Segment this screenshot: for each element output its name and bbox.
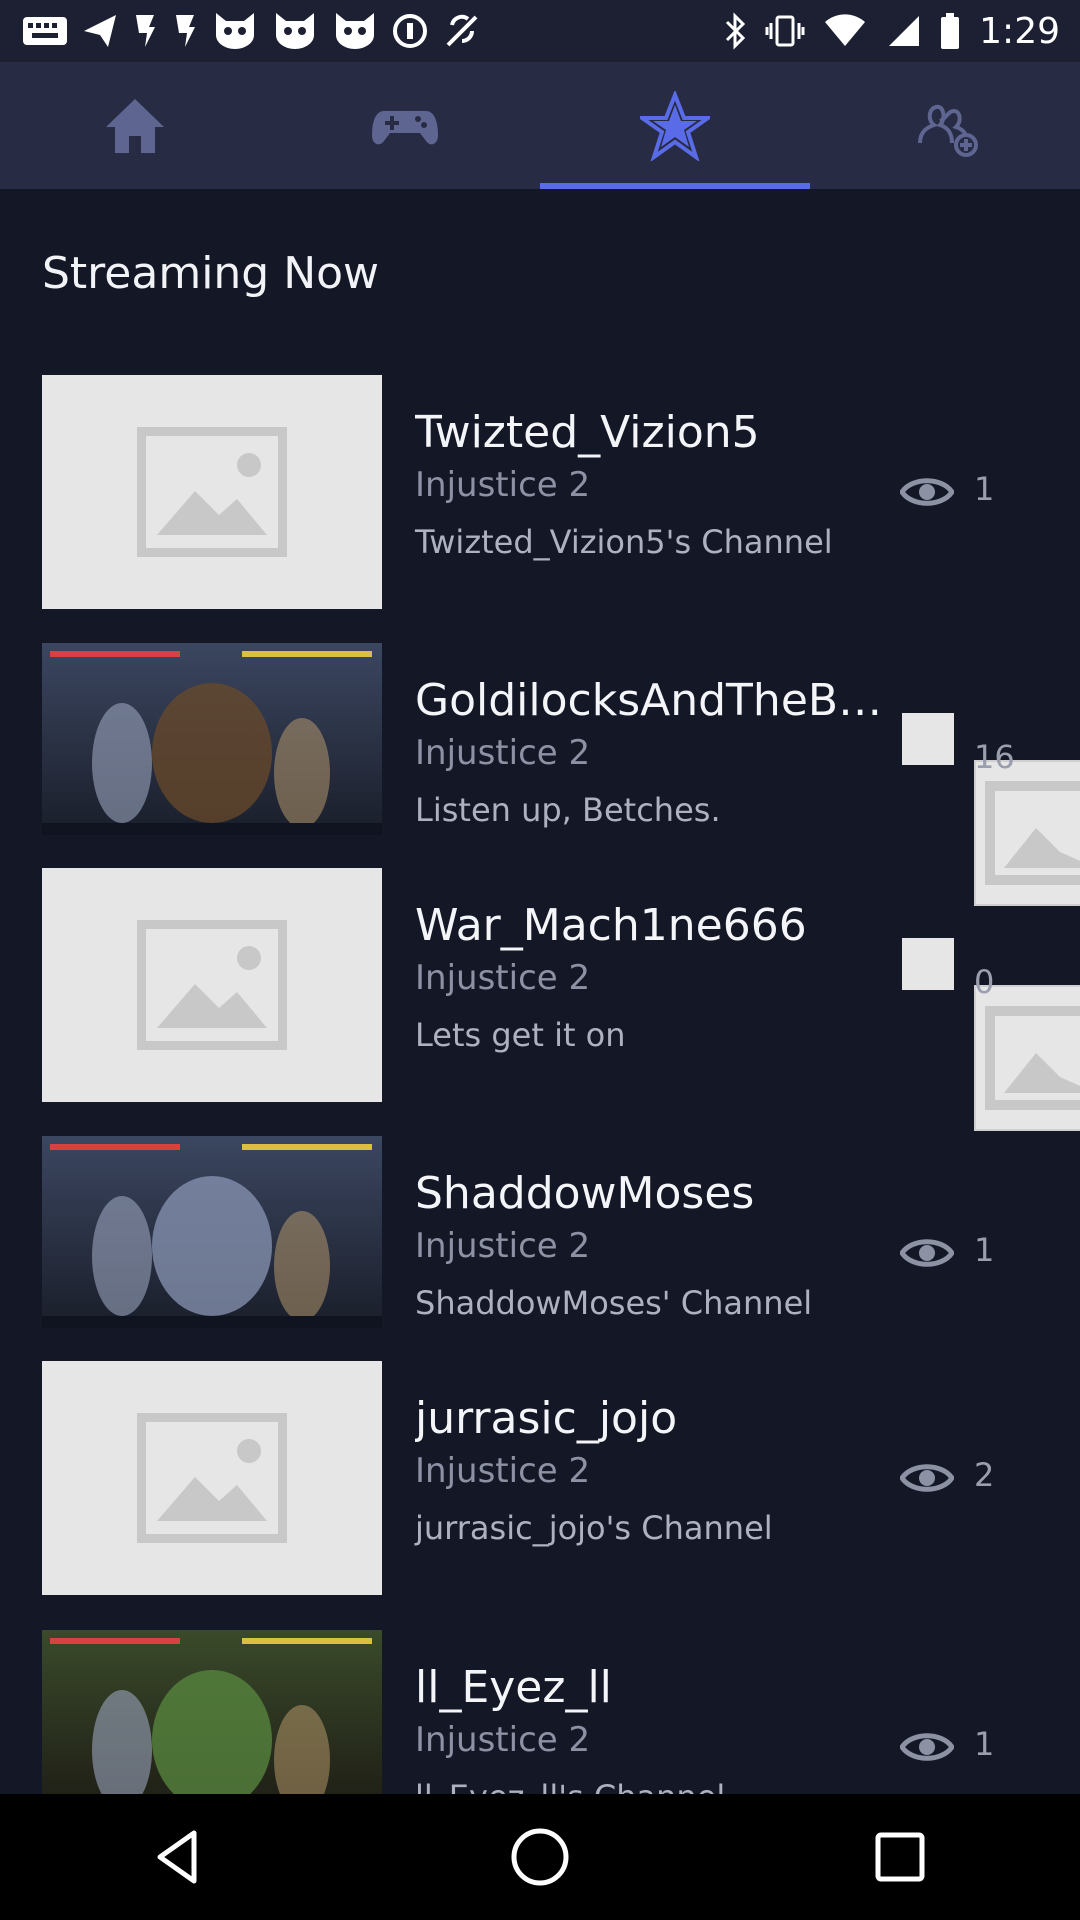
- streamer-name: Twizted_Vizion5: [415, 407, 760, 458]
- status-system: 1:29: [723, 0, 1060, 62]
- channel-description: jurrasic_jojo's Channel: [415, 1509, 773, 1547]
- viewer-count: 1: [974, 470, 995, 508]
- viewer-count: 1: [974, 1725, 995, 1763]
- broken-image-icon: [902, 938, 954, 990]
- home-icon: [106, 98, 164, 153]
- eye-icon: [898, 1720, 956, 1774]
- eye-icon: [898, 1226, 956, 1280]
- send-icon: [84, 15, 116, 47]
- location-off-icon: [446, 14, 478, 47]
- game-title: Injustice 2: [415, 1451, 591, 1491]
- streamer-name: War_Mach1ne666: [415, 900, 807, 951]
- stream-thumbnail[interactable]: [42, 643, 382, 835]
- section-title: Streaming Now: [42, 248, 380, 299]
- back-button[interactable]: [135, 1812, 225, 1902]
- notification-icon: [136, 15, 155, 47]
- cat-icon: [336, 13, 374, 49]
- stream-row[interactable]: War_Mach1ne666 Injustice 2 Lets get it on 0: [0, 868, 1080, 1131]
- viewer-count: 1: [974, 1231, 995, 1269]
- wifi-icon: [825, 14, 866, 46]
- notification-icon: [176, 15, 195, 47]
- stream-thumbnail-placeholder[interactable]: [42, 375, 382, 609]
- status-time: 1:29: [979, 10, 1060, 52]
- game-title: Injustice 2: [415, 465, 591, 505]
- vibrate-icon: [765, 15, 805, 47]
- stream-thumbnail[interactable]: [42, 1136, 382, 1328]
- channel-description: Twizted_Vizion5's Channel: [415, 523, 833, 561]
- signal-icon: [889, 16, 920, 46]
- cat-icon: [216, 13, 254, 49]
- status-bar: 1:29: [0, 0, 1080, 62]
- message-icon: [23, 17, 67, 45]
- viewer-count: 16: [974, 738, 1015, 776]
- eye-icon: [898, 1451, 956, 1505]
- tab-featured[interactable]: [540, 62, 810, 189]
- battery-icon: [941, 13, 960, 49]
- channel-description: ShaddowMoses' Channel: [415, 1284, 813, 1322]
- channel-description: Lets get it on: [415, 1016, 626, 1054]
- stream-row[interactable]: jurrasic_jojo Injustice 2 jurrasic_jojo's …: [0, 1361, 1080, 1595]
- game-title: Injustice 2: [415, 1226, 591, 1266]
- info-icon: [393, 14, 427, 48]
- tab-social[interactable]: [810, 62, 1080, 189]
- game-title: Injustice 2: [415, 1720, 591, 1760]
- back-icon: [157, 1830, 197, 1884]
- add-friend-icon: [918, 104, 978, 157]
- stream-thumbnail-placeholder[interactable]: [42, 868, 382, 1102]
- game-screenshot: [42, 643, 382, 835]
- stream-row[interactable]: GoldilocksAndTheBe... Injustice 2 Listen u…: [0, 643, 1080, 906]
- tab-games[interactable]: [270, 62, 540, 189]
- image-placeholder: [974, 985, 1080, 1131]
- home-button[interactable]: [495, 1812, 585, 1902]
- star-icon: [640, 90, 710, 161]
- viewer-count: 2: [974, 1456, 995, 1494]
- recents-icon: [875, 1832, 925, 1882]
- game-title: Injustice 2: [415, 958, 591, 998]
- gamepad-icon: [372, 110, 438, 144]
- streamer-name: ShaddowMoses: [415, 1168, 755, 1219]
- bluetooth-icon: [726, 12, 746, 50]
- game-title: Injustice 2: [415, 733, 591, 773]
- channel-description: Listen up, Betches.: [415, 791, 721, 829]
- streamer-name: GoldilocksAndTheBe...: [415, 675, 885, 726]
- home-circle-icon: [511, 1828, 569, 1886]
- image-placeholder-icon: [137, 1413, 287, 1543]
- image-placeholder-icon: [137, 427, 287, 557]
- image-placeholder-icon: [985, 1006, 1080, 1110]
- game-screenshot: [42, 1136, 382, 1328]
- image-placeholder-icon: [137, 920, 287, 1050]
- navigation-bar: [0, 1794, 1080, 1920]
- eye-icon: [898, 465, 956, 519]
- stream-row[interactable]: Twizted_Vizion5 Injustice 2 Twizted_Vizion…: [0, 375, 1080, 609]
- stream-thumbnail-placeholder[interactable]: [42, 1361, 382, 1595]
- cat-icon: [276, 13, 314, 49]
- tab-home[interactable]: [0, 62, 270, 189]
- status-notifications: [22, 0, 482, 62]
- viewer-count: 0: [974, 963, 995, 1001]
- streamer-name: ll_Eyez_ll: [415, 1662, 612, 1713]
- broken-image-icon: [902, 713, 954, 765]
- stream-row[interactable]: ShaddowMoses Injustice 2 ShaddowMoses' Cha…: [0, 1136, 1080, 1328]
- recents-button[interactable]: [855, 1812, 945, 1902]
- streamer-name: jurrasic_jojo: [415, 1393, 678, 1444]
- tab-bar: [0, 62, 1080, 189]
